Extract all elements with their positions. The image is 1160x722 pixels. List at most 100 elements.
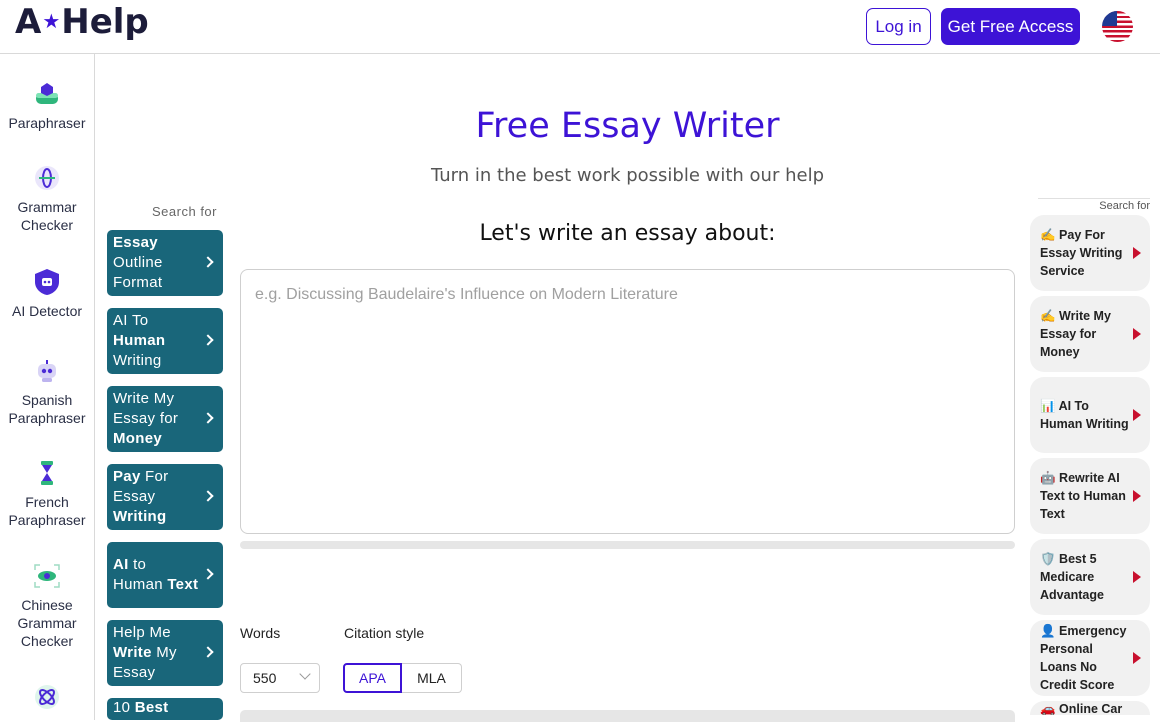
- grammar-checker-icon: [35, 166, 59, 190]
- eye-scan-icon: [34, 564, 60, 588]
- chevron-right-icon: [202, 412, 214, 424]
- left-ad-bold-text: AI: [113, 556, 129, 573]
- left-ad-label: Pay For Essay Writing: [113, 467, 199, 527]
- left-ad-link[interactable]: Essay Outline Format: [107, 230, 223, 296]
- left-ad-bold-text: Writing: [113, 508, 167, 525]
- left-ad-label: Essay Outline Format: [113, 233, 199, 293]
- right-ad-link[interactable]: 👤 Emergency Personal Loans No Credit Sco…: [1030, 620, 1150, 696]
- hourglass-icon: [41, 461, 53, 485]
- play-arrow-icon: [1133, 571, 1141, 583]
- left-ad-label: Write My Essay for Money: [113, 389, 199, 449]
- play-arrow-icon: [1133, 409, 1141, 421]
- sidebar-item-label: Paraphraser: [8, 115, 86, 131]
- left-ad-bold-text: Pay: [113, 468, 141, 485]
- left-ad-link[interactable]: Pay For Essay Writing: [107, 464, 223, 530]
- chevron-right-icon: [202, 490, 214, 502]
- right-ad-link[interactable]: 🚗 Online Car: [1030, 701, 1150, 715]
- play-arrow-icon: [1133, 247, 1141, 259]
- login-button[interactable]: Log in: [866, 8, 931, 45]
- sidebar-item-paraphraser[interactable]: Paraphraser: [0, 80, 94, 132]
- citation-mla-button[interactable]: MLA: [402, 663, 462, 693]
- left-ads-label: Search for: [152, 204, 217, 219]
- left-ad-label: 10 Best: [113, 698, 168, 718]
- right-ad-link[interactable]: 🛡️ Best 5 Medicare Advantage: [1030, 539, 1150, 615]
- play-arrow-icon: [1133, 652, 1141, 664]
- page-subtitle: Turn in the best work possible with our …: [431, 165, 824, 186]
- right-ad-link[interactable]: 📊 AI To Human Writing: [1030, 377, 1150, 453]
- left-ad-link[interactable]: Help Me Write My Essay: [107, 620, 223, 686]
- right-ad-label: 🚗 Online Car: [1040, 702, 1123, 715]
- sidebar-item-more[interactable]: [0, 683, 94, 717]
- sidebar-item-spanish-paraphraser[interactable]: Spanish Paraphraser: [0, 357, 94, 427]
- left-ad-bold-text: Essay: [113, 234, 158, 251]
- sidebar-item-chinese-grammar-checker[interactable]: Chinese Grammar Checker: [0, 562, 94, 650]
- right-ad-link[interactable]: ✍️ Pay For Essay Writing Service: [1030, 215, 1150, 291]
- paraphraser-icon: [36, 83, 58, 104]
- play-arrow-icon: [1133, 490, 1141, 502]
- left-ad-link[interactable]: AI To Human Writing: [107, 308, 223, 374]
- essay-topic-input[interactable]: e.g. Discussing Baudelaire's Influence o…: [240, 269, 1015, 534]
- words-label: Words: [240, 625, 281, 641]
- left-ad-text: AI To: [113, 312, 149, 329]
- right-ad-label: 🛡️ Best 5 Medicare Advantage: [1040, 552, 1104, 602]
- left-ad-label: AI to Human Text: [113, 555, 199, 595]
- right-ad-label: 🤖 Rewrite AI Text to Human Text: [1040, 471, 1126, 521]
- sidebar-item-label: AI Detector: [11, 303, 83, 319]
- left-ad-link[interactable]: 10 Best: [107, 698, 223, 720]
- left-ad-bold-text: Best: [134, 699, 169, 716]
- chevron-right-icon: [202, 334, 214, 346]
- generate-button-partial[interactable]: [240, 710, 1015, 722]
- left-ad-label: AI To Human Writing: [113, 311, 199, 371]
- atom-icon: [35, 685, 59, 709]
- tools-sidebar: Paraphraser Grammar Checker AI Detector …: [0, 54, 95, 720]
- left-ad-bold-text: Write: [113, 644, 152, 661]
- sidebar-item-label: Chinese Grammar Checker: [17, 597, 77, 649]
- sidebar-item-label: Grammar Checker: [17, 199, 77, 233]
- left-ad-link[interactable]: Write My Essay for Money: [107, 386, 223, 452]
- right-ad-label: ✍️ Pay For Essay Writing Service: [1040, 228, 1123, 278]
- left-ad-text: Write My Essay for: [113, 390, 179, 427]
- sidebar-item-grammar-checker[interactable]: Grammar Checker: [0, 164, 94, 234]
- right-ad-link[interactable]: 🤖 Rewrite AI Text to Human Text: [1030, 458, 1150, 534]
- play-arrow-icon: [1133, 328, 1141, 340]
- top-header: A ★ Help Log in Get Free Access: [0, 0, 1160, 54]
- right-ads-label: Search for: [1038, 198, 1150, 212]
- us-flag-icon[interactable]: [1102, 11, 1133, 42]
- citation-style-label: Citation style: [344, 625, 425, 641]
- words-select[interactable]: 550: [240, 663, 320, 693]
- sidebar-item-label: Spanish Paraphraser: [8, 392, 86, 426]
- right-ad-link[interactable]: ✍️ Write My Essay for Money: [1030, 296, 1150, 372]
- robot-icon: [38, 360, 56, 382]
- chevron-down-icon: [299, 668, 311, 680]
- left-ad-bold-text: Money: [113, 430, 163, 447]
- logo-word-help: Help: [61, 2, 149, 42]
- right-ad-label: 👤 Emergency Personal Loans No Credit Sco…: [1040, 624, 1127, 692]
- logo-letter-a: A: [15, 2, 42, 42]
- left-ad-link[interactable]: AI to Human Text: [107, 542, 223, 608]
- get-free-access-button[interactable]: Get Free Access: [941, 8, 1080, 45]
- page-title: Free Essay Writer: [475, 106, 780, 146]
- left-ad-text: Writing: [113, 352, 162, 369]
- left-ad-text: 10: [113, 699, 135, 716]
- sidebar-item-ai-detector[interactable]: AI Detector: [0, 268, 94, 320]
- logo-star-icon: ★: [42, 9, 61, 33]
- left-ad-bold-text: Text: [167, 576, 199, 593]
- sidebar-item-label: French Paraphraser: [8, 494, 86, 528]
- chevron-right-icon: [202, 568, 214, 580]
- shield-robot-icon: [35, 269, 59, 295]
- flag-canton: [1102, 11, 1117, 26]
- right-ad-label: ✍️ Write My Essay for Money: [1040, 309, 1111, 359]
- chevron-right-icon: [202, 256, 214, 268]
- words-select-value: 550: [253, 670, 277, 686]
- chevron-right-icon: [202, 646, 214, 658]
- left-ad-text: Outline Format: [113, 254, 163, 291]
- left-ad-label: Help Me Write My Essay: [113, 623, 199, 683]
- essay-prompt-heading: Let's write an essay about:: [479, 221, 776, 246]
- citation-apa-button[interactable]: APA: [343, 663, 402, 693]
- left-ad-text: Help Me: [113, 624, 171, 641]
- left-ad-bold-text: Human: [113, 332, 166, 349]
- sidebar-item-french-paraphraser[interactable]: French Paraphraser: [0, 459, 94, 529]
- right-ad-label: 📊 AI To Human Writing: [1040, 399, 1129, 431]
- character-progress-bar: [240, 541, 1015, 549]
- ahelp-logo[interactable]: A ★ Help: [15, 2, 149, 42]
